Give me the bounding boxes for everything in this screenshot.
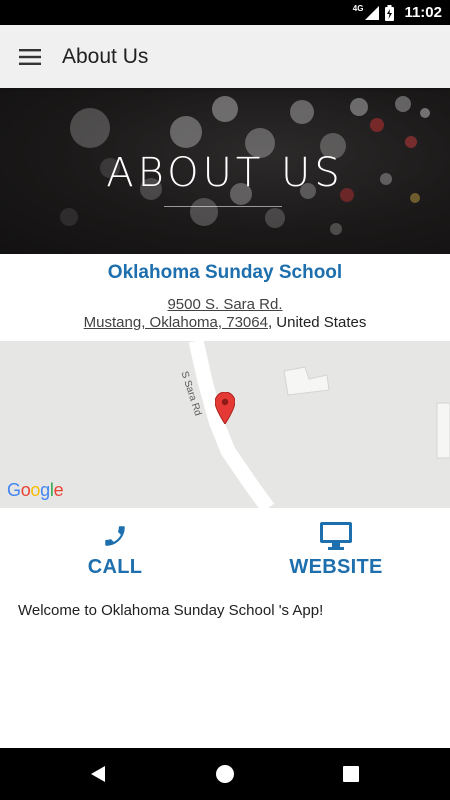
status-bar: 4G 11:02 <box>0 0 450 25</box>
status-icons: 4G 11:02 <box>353 0 442 25</box>
back-triangle-icon <box>91 766 105 782</box>
network-type: 4G <box>352 3 364 13</box>
recents-square-icon <box>343 766 359 782</box>
home-circle-icon <box>216 765 234 783</box>
app-bar: About Us <box>0 25 450 88</box>
map-roads <box>188 341 450 508</box>
monitor-icon <box>320 522 352 550</box>
battery-icon <box>385 4 395 21</box>
address-country: , United States <box>267 314 367 331</box>
google-logo: Google <box>7 480 64 500</box>
address-line-1: 9500 S. Sara Rd. <box>0 296 450 313</box>
home-button[interactable] <box>195 748 255 800</box>
menu-button[interactable] <box>14 41 46 73</box>
hero-title: ABOUT US <box>106 150 344 196</box>
hero-divider <box>164 206 282 207</box>
map-view[interactable]: S Sara Rd Google <box>0 341 450 508</box>
hero-banner: ABOUT US <box>0 88 450 254</box>
address-street-link[interactable]: 9500 S. Sara Rd. <box>167 296 282 313</box>
website-button[interactable]: WEBSITE <box>261 520 411 580</box>
page-title: About Us <box>62 45 149 68</box>
clock: 11:02 <box>404 4 442 21</box>
signal-icon <box>365 5 380 20</box>
address-line-2: Mustang, Oklahoma, 73064, United States <box>0 314 450 331</box>
map-pin-icon[interactable] <box>215 392 235 424</box>
hamburger-menu-icon <box>19 49 41 65</box>
website-label: WEBSITE <box>289 556 383 578</box>
call-label: CALL <box>87 556 143 578</box>
welcome-text: Welcome to Oklahoma Sunday School 's App… <box>18 602 324 619</box>
system-nav-bar <box>0 748 450 800</box>
call-button[interactable]: CALL <box>40 520 190 580</box>
phone-icon <box>105 526 125 546</box>
back-button[interactable] <box>68 748 128 800</box>
address-city-link[interactable]: Mustang, Oklahoma, 73064 <box>84 314 268 331</box>
organization-name: Oklahoma Sunday School <box>107 262 343 283</box>
recents-button[interactable] <box>321 748 381 800</box>
